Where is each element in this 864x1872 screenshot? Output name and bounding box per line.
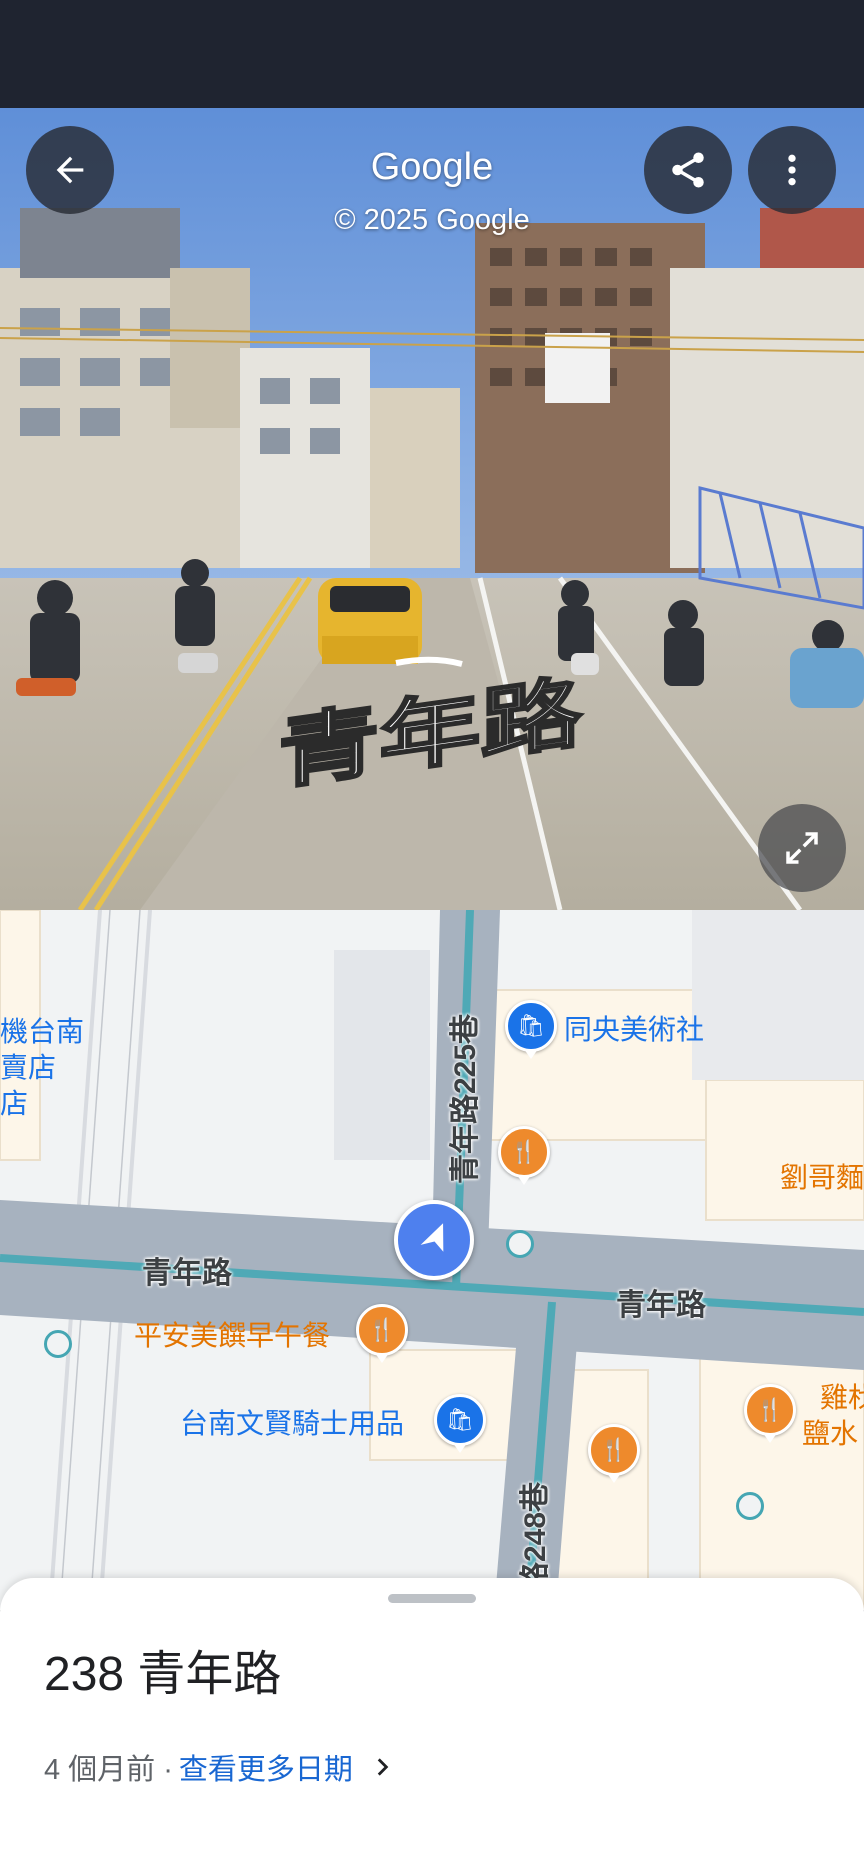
navigation-arrow-icon[interactable] (394, 1200, 474, 1280)
restaurant-icon[interactable]: 🍴 (588, 1424, 640, 1483)
imagery-brand: Google (370, 146, 494, 188)
transit-stop-icon[interactable] (44, 1330, 72, 1358)
road-label-qingnian: 青年路 (616, 1289, 706, 1322)
restaurant-icon[interactable]: 🍴 (744, 1384, 796, 1443)
imagery-date-row: 4 個月前 · 查看更多日期 (44, 1746, 395, 1788)
place-title: 238 青年路 (44, 1648, 282, 1701)
poi-label-pingan[interactable]: 平安美饌早午餐 (134, 1314, 330, 1354)
restaurant-icon[interactable]: 🍴 (498, 1126, 550, 1185)
poi-label-partial[interactable]: 雞𣏾 (820, 1376, 864, 1416)
drag-handle[interactable] (388, 1594, 476, 1603)
poi-label-wenxian[interactable]: 台南文賢騎士用品 (180, 1402, 404, 1442)
poi-label-tongyang[interactable]: 同央美術社 (564, 1008, 704, 1048)
bottom-sheet[interactable]: 238 青年路 4 個月前 · 查看更多日期 (0, 1578, 864, 1872)
see-more-dates-link[interactable]: 查看更多日期 (179, 1746, 353, 1788)
more-vertical-icon (788, 154, 796, 186)
share-icon (672, 152, 704, 188)
shopping-bag-icon[interactable]: 🛍 (505, 1000, 557, 1059)
more-options-button[interactable] (748, 126, 836, 214)
poi-label-partial[interactable]: 鹽水 (802, 1412, 858, 1452)
back-button[interactable] (26, 126, 114, 214)
transit-stop-icon[interactable] (736, 1492, 764, 1520)
poi-label-partial[interactable]: 機台南 (0, 1010, 84, 1050)
share-button[interactable] (644, 126, 732, 214)
shopping-bag-icon[interactable]: 🛍 (434, 1394, 486, 1453)
map-view[interactable]: 機台南 賣店 店 🛍 同央美術社 🍴 劉哥麵 青年路 青年路 青年路225巷 年… (0, 910, 864, 1610)
street-view-panel[interactable]: 青年路 Google © 2025 Google (0, 108, 864, 910)
imagery-copyright: © 2025 Google (334, 204, 530, 236)
road-label-lane-225: 青年路225巷 (449, 1013, 482, 1184)
imagery-age: 4 個月前 · (44, 1754, 173, 1786)
transit-stop-icon[interactable] (506, 1230, 534, 1258)
restaurant-icon[interactable]: 🍴 (356, 1304, 408, 1363)
fullscreen-button[interactable] (758, 804, 846, 892)
road-label-qingnian: 青年路 (142, 1257, 232, 1290)
status-bar (0, 0, 864, 108)
poi-label-partial[interactable]: 店 (0, 1082, 28, 1122)
poi-label-partial[interactable]: 賣店 (0, 1046, 56, 1086)
poi-label-liuge[interactable]: 劉哥麵 (780, 1156, 864, 1196)
arrow-left-icon (56, 156, 84, 184)
chevron-right-icon[interactable] (369, 1754, 395, 1780)
expand-icon (786, 832, 818, 864)
